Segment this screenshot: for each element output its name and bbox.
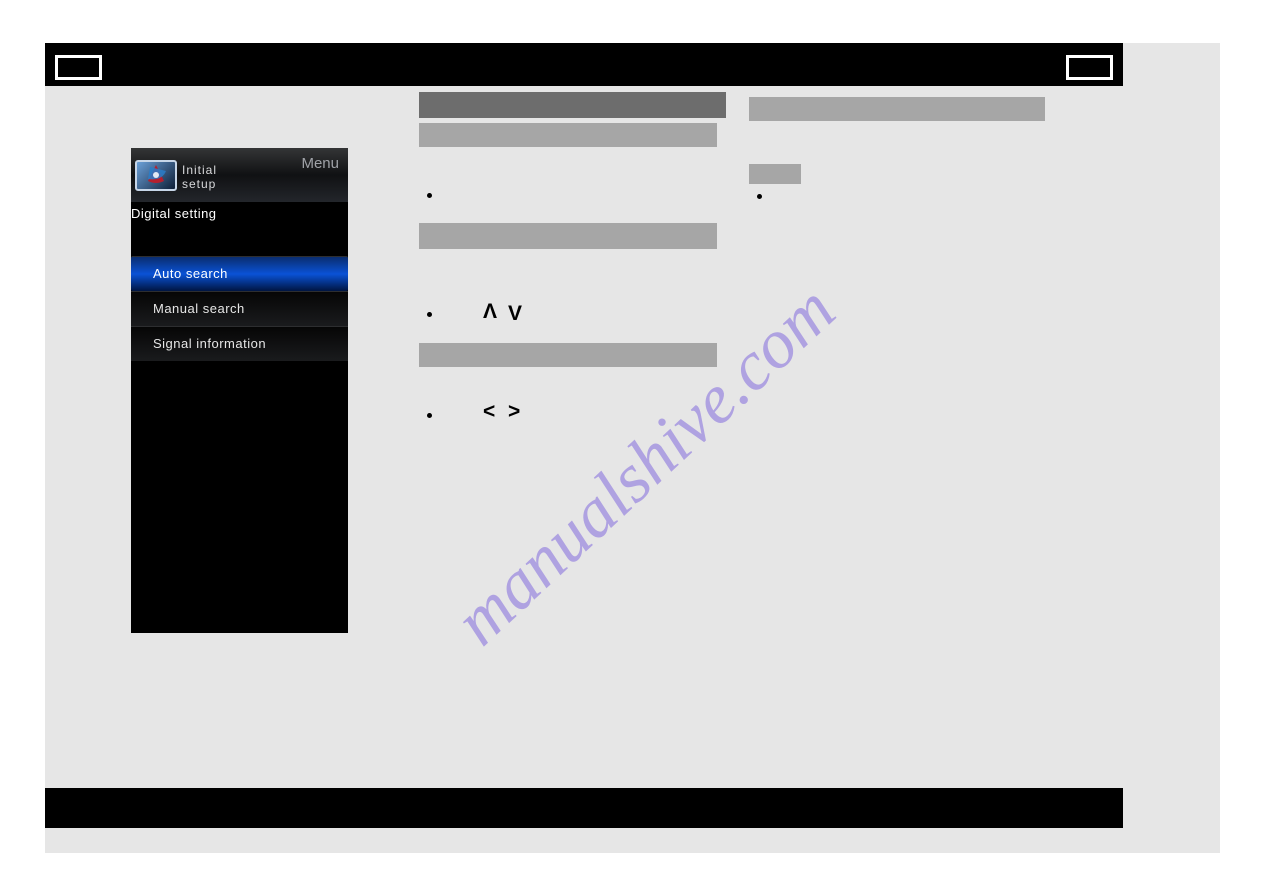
redacted-bar bbox=[419, 123, 717, 147]
tv-menu-panel: Initial setup Menu Digital setting Auto … bbox=[131, 148, 348, 633]
top-bar bbox=[45, 43, 1123, 86]
redacted-bar bbox=[419, 223, 717, 249]
bottom-bar bbox=[45, 788, 1123, 828]
menu-label: Menu bbox=[301, 155, 339, 172]
header-line-2: setup bbox=[182, 177, 216, 191]
menu-item-auto-search[interactable]: Auto search bbox=[131, 256, 348, 291]
header-line-1: Initial bbox=[182, 163, 217, 177]
tv-menu-header: Initial setup Menu bbox=[131, 148, 348, 202]
right-arrow-icon: > bbox=[508, 400, 520, 424]
bullet-icon bbox=[427, 413, 432, 418]
down-arrow-icon: V bbox=[508, 302, 522, 326]
top-mark-right bbox=[1066, 55, 1113, 80]
redacted-bar bbox=[419, 343, 717, 367]
bullet-icon bbox=[427, 193, 432, 198]
left-arrow-icon: < bbox=[483, 400, 495, 424]
menu-item-signal-information[interactable]: Signal information bbox=[131, 326, 348, 361]
menu-item-manual-search[interactable]: Manual search bbox=[131, 291, 348, 326]
up-arrow-icon: Λ bbox=[483, 300, 497, 324]
tv-icon bbox=[135, 160, 177, 191]
section-title: Digital setting bbox=[131, 202, 348, 221]
redacted-bar bbox=[749, 97, 1045, 121]
redacted-bar bbox=[749, 164, 801, 184]
menu-items: Auto search Manual search Signal informa… bbox=[131, 256, 348, 361]
bullet-icon bbox=[427, 312, 432, 317]
bullet-icon bbox=[757, 194, 762, 199]
top-mark-left bbox=[55, 55, 102, 80]
redacted-bar bbox=[419, 92, 726, 118]
